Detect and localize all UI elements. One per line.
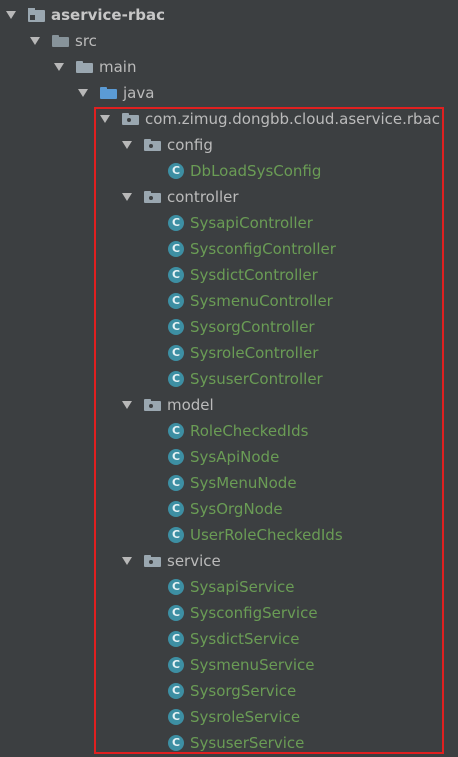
class-node[interactable]: C SysdictController [168, 262, 318, 288]
tree-node-controller[interactable]: controller [122, 184, 239, 210]
class-node[interactable]: C SysorgController [168, 314, 315, 340]
class-label: SysmenuController [190, 292, 333, 310]
class-node[interactable]: C SysroleController [168, 340, 318, 366]
expand-arrow-icon[interactable] [78, 89, 88, 97]
class-icon: C [168, 241, 184, 257]
class-icon: C [168, 709, 184, 725]
class-icon: C [168, 579, 184, 595]
class-label: SysmenuService [190, 656, 315, 674]
tree-node-java[interactable]: java [78, 80, 154, 106]
class-label: SysroleController [190, 344, 319, 362]
class-label: SysroleService [190, 708, 301, 726]
class-icon: C [168, 527, 184, 543]
expand-arrow-icon[interactable] [6, 11, 16, 19]
class-label: SysconfigService [190, 604, 318, 622]
folder-icon [52, 35, 69, 47]
tree-node-module[interactable]: aservice-rbac [6, 2, 165, 28]
expand-arrow-icon[interactable] [122, 141, 132, 149]
expand-arrow-icon[interactable] [30, 37, 40, 45]
tree-node-main[interactable]: main [54, 54, 136, 80]
package-label: com.zimug.dongbb.cloud.aservice.rbac [145, 110, 440, 128]
class-label: SysconfigController [190, 240, 336, 258]
class-node[interactable]: C SysconfigService [168, 600, 318, 626]
class-label: UserRoleCheckedIds [190, 526, 343, 544]
class-label: SysApiNode [190, 448, 280, 466]
class-node[interactable]: C SysMenuNode [168, 470, 297, 496]
src-label: src [75, 32, 97, 50]
module-label: aservice-rbac [51, 6, 165, 24]
class-node[interactable]: C SysuserService [168, 730, 304, 756]
class-label: SysuserController [190, 370, 323, 388]
class-icon: C [168, 345, 184, 361]
tree-node-src[interactable]: src [30, 28, 97, 54]
class-node[interactable]: C SysroleService [168, 704, 300, 730]
class-icon: C [168, 215, 184, 231]
class-icon: C [168, 501, 184, 517]
package-icon [144, 399, 161, 411]
class-node[interactable]: C SysApiNode [168, 444, 279, 470]
class-node[interactable]: C SysorgService [168, 678, 296, 704]
project-tree[interactable]: aservice-rbac src main java com.zimug.do… [0, 0, 458, 757]
expand-arrow-icon[interactable] [122, 401, 132, 409]
class-node[interactable]: C SysOrgNode [168, 496, 283, 522]
controller-label: controller [167, 188, 239, 206]
class-icon: C [168, 423, 184, 439]
class-label: SysapiController [190, 214, 313, 232]
class-icon: C [168, 371, 184, 387]
class-label: SysuserService [190, 734, 305, 752]
package-icon [122, 113, 139, 125]
package-icon [144, 139, 161, 151]
module-icon [28, 8, 45, 22]
class-node[interactable]: C UserRoleCheckedIds [168, 522, 343, 548]
class-icon: C [168, 267, 184, 283]
class-node[interactable]: C SysapiService [168, 574, 295, 600]
expand-arrow-icon[interactable] [122, 557, 132, 565]
class-label: SysorgService [190, 682, 297, 700]
class-icon: C [168, 631, 184, 647]
class-icon: C [168, 163, 184, 179]
tree-node-service[interactable]: service [122, 548, 221, 574]
class-node[interactable]: C SysuserController [168, 366, 323, 392]
model-label: model [167, 396, 214, 414]
tree-node-config[interactable]: config [122, 132, 213, 158]
expand-arrow-icon[interactable] [54, 63, 64, 71]
class-label: SysdictService [190, 630, 300, 648]
source-root-folder-icon [100, 87, 117, 99]
class-node[interactable]: C SysmenuController [168, 288, 333, 314]
class-label: SysapiService [190, 578, 295, 596]
package-icon [144, 555, 161, 567]
class-node[interactable]: C SysdictService [168, 626, 299, 652]
package-icon [144, 191, 161, 203]
main-label: main [99, 58, 137, 76]
class-node[interactable]: C RoleCheckedIds [168, 418, 308, 444]
class-label: SysdictController [190, 266, 318, 284]
class-label: SysOrgNode [190, 500, 283, 518]
class-node[interactable]: C SysapiController [168, 210, 313, 236]
class-node[interactable]: C SysconfigController [168, 236, 336, 262]
class-icon: C [168, 657, 184, 673]
expand-arrow-icon[interactable] [122, 193, 132, 201]
class-label: RoleCheckedIds [190, 422, 309, 440]
class-icon: C [168, 683, 184, 699]
tree-node-package[interactable]: com.zimug.dongbb.cloud.aservice.rbac [100, 106, 440, 132]
tree-node-model[interactable]: model [122, 392, 214, 418]
class-icon: C [168, 449, 184, 465]
service-label: service [167, 552, 221, 570]
class-node[interactable]: C DbLoadSysConfig [168, 158, 321, 184]
class-label: SysMenuNode [190, 474, 297, 492]
class-icon: C [168, 293, 184, 309]
expand-arrow-icon[interactable] [100, 115, 110, 123]
class-node[interactable]: C SysmenuService [168, 652, 315, 678]
class-icon: C [168, 319, 184, 335]
class-icon: C [168, 475, 184, 491]
class-icon: C [168, 735, 184, 751]
folder-icon [76, 61, 93, 73]
config-label: config [167, 136, 213, 154]
class-label: DbLoadSysConfig [190, 162, 322, 180]
class-icon: C [168, 605, 184, 621]
class-label: SysorgController [190, 318, 315, 336]
java-label: java [123, 84, 155, 102]
